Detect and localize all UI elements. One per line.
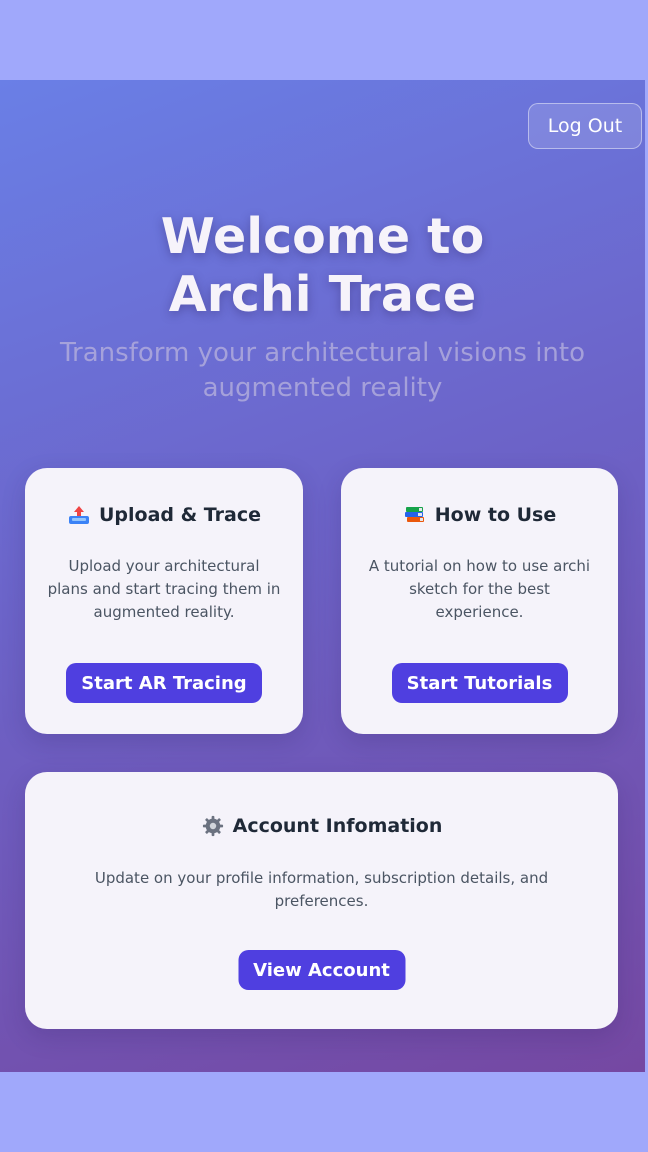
page-title: Welcome to Archi Trace (0, 208, 645, 324)
upload-trace-card-title: Upload & Trace (25, 504, 303, 526)
account-information-title-text: Account Infomation (232, 815, 443, 837)
how-to-use-card: How to Use A tutorial on how to use arch… (341, 468, 618, 734)
upload-trace-description: Upload your architectural plans and star… (47, 557, 281, 621)
title-line-2: Archi Trace (168, 266, 477, 323)
bottom-background (0, 1072, 648, 1152)
books-icon (403, 504, 427, 526)
title-line-1: Welcome to (160, 208, 485, 265)
view-account-button[interactable]: View Account (238, 950, 405, 990)
how-to-use-description: A tutorial on how to use archi sketch fo… (368, 557, 591, 621)
account-information-card: Account Infomation Update on your profil… (25, 772, 618, 1029)
page-subtitle: Transform your architectural visions int… (59, 338, 585, 403)
how-to-use-card-title: How to Use (341, 504, 618, 526)
start-tutorials-button[interactable]: Start Tutorials (391, 663, 568, 703)
upload-trace-title-text: Upload & Trace (98, 504, 262, 526)
upload-trace-card: Upload & Trace Upload your architectural… (25, 468, 303, 734)
start-ar-tracing-button[interactable]: Start AR Tracing (66, 663, 262, 703)
app-screen: Log Out Welcome to Archi Trace Transform… (0, 80, 645, 1072)
gear-icon (201, 815, 225, 837)
account-information-description: Update on your profile information, subs… (94, 869, 549, 910)
account-information-card-title: Account Infomation (25, 815, 618, 837)
how-to-use-title-text: How to Use (434, 504, 557, 526)
upload-tray-icon (67, 504, 91, 526)
logout-button[interactable]: Log Out (528, 103, 642, 149)
